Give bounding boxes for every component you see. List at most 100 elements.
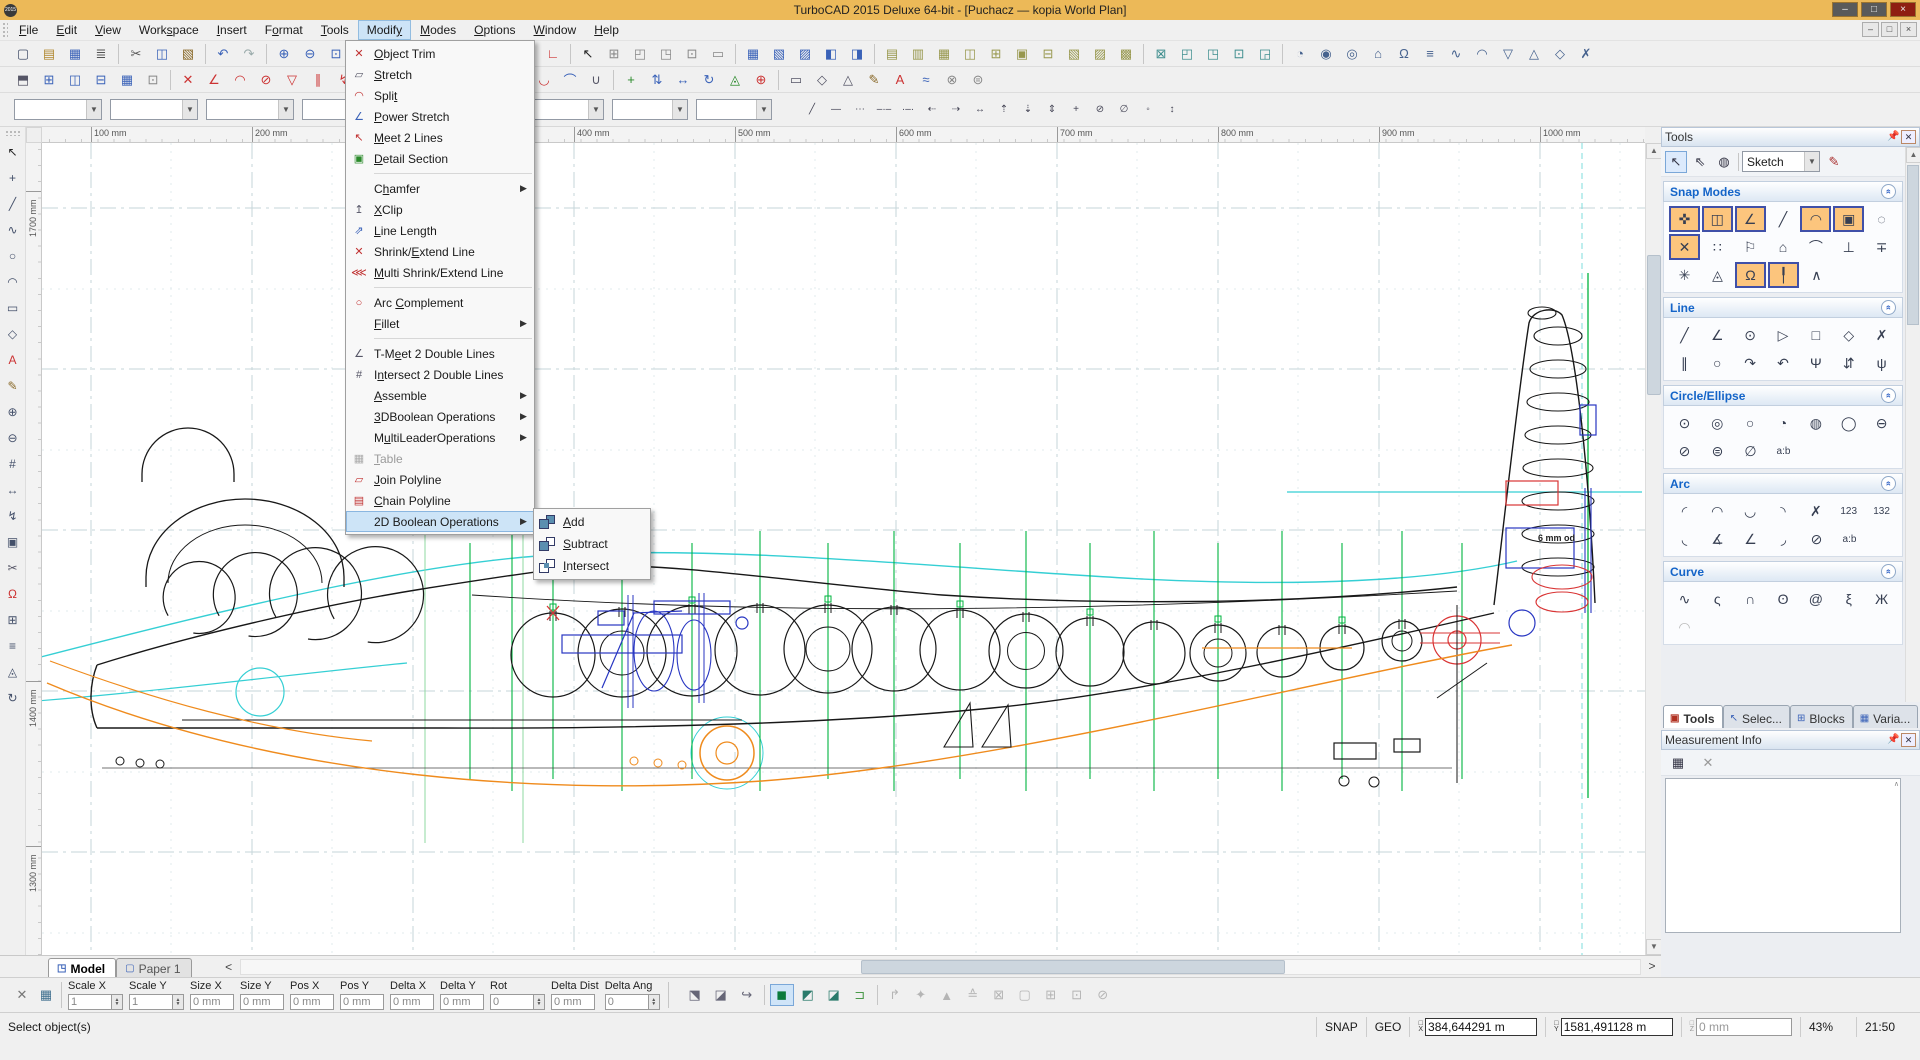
close-button[interactable]: × [1890,2,1916,17]
insert-table-icon[interactable]: ⊞ [984,43,1008,65]
line-center-icon[interactable]: ⊙ [1735,322,1766,348]
arc-coupled-icon[interactable]: ◞ [1768,526,1799,552]
line-style-dot-icon[interactable]: ⋯ [849,100,871,120]
crosshair-icon[interactable]: + [1065,100,1087,120]
hatch-grid-icon[interactable]: # [2,453,24,475]
move-h-icon[interactable]: ↔ [2,479,24,501]
select-volume-icon[interactable]: ◳ [654,43,678,65]
menu-help[interactable]: Help [585,20,628,40]
menu-item-table[interactable]: ▦Table [346,448,534,469]
section-header[interactable]: Circle/Ellipse« [1663,385,1903,406]
bend-handle-icon[interactable]: ↪ [735,984,759,1006]
spinner-control[interactable]: ▲▼ [173,994,184,1010]
point-style-icon[interactable]: ◦ [1137,100,1159,120]
arc-elliptical-icon[interactable]: ⊘ [1801,526,1832,552]
look-at-icon[interactable]: ◉ [1314,43,1338,65]
close-icon[interactable]: ✕ [1901,130,1916,144]
ghost-box3-icon[interactable]: ⊞ [1039,984,1063,1006]
arc-3point-icon[interactable]: ◝ [1768,498,1799,524]
union-edit-icon[interactable]: ∪ [584,69,608,91]
menu-item-multi-shrink-extend-line[interactable]: ⋘Multi Shrink/Extend Line [346,262,534,283]
field-input-size-y[interactable] [240,994,284,1010]
sketch-pen-icon[interactable]: ✎ [2,375,24,397]
scroll-up-arrow[interactable]: ∧ [1894,780,1899,788]
insert-xref-icon[interactable]: ⊟ [1036,43,1060,65]
ghost-rotate-icon[interactable]: ↱ [883,984,907,1006]
spline-control-icon[interactable]: ∿ [1669,586,1700,612]
canvas-horizontal-scrollbar[interactable] [240,959,1641,975]
snap-quadrant-icon[interactable]: ▣ [1833,206,1864,232]
arc-double-point-icon[interactable]: ◡ [1735,498,1766,524]
z-coordinate-input[interactable] [1696,1018,1792,1036]
circle-2point-icon[interactable]: ○ [1735,410,1766,436]
polygon-icon[interactable]: ◇ [2,323,24,345]
line-multiline-icon[interactable]: ψ [1866,350,1897,376]
text-tool-icon[interactable]: A [888,69,912,91]
drag-grip[interactable] [2,22,8,38]
canvas-vertical-scrollbar[interactable]: ▲ ▼ [1645,143,1661,955]
rectangle-icon[interactable]: ▭ [2,297,24,319]
submenu-item-intersect[interactable]: Intersect [534,555,650,577]
x-coordinate-input[interactable] [1425,1018,1537,1036]
insert-group-icon[interactable]: ▥ [906,43,930,65]
array-path-icon[interactable]: ◳ [1201,43,1225,65]
menu-options[interactable]: Options [465,20,524,40]
palette-scroll-thumb[interactable] [1907,165,1919,325]
dimension-plus-icon[interactable]: ⊕ [2,401,24,423]
arc-center-radius-icon[interactable]: ◜ [1669,498,1700,524]
select-arrow-icon[interactable]: ↖ [2,141,24,163]
tab-scroll-left-button[interactable]: < [220,958,238,976]
curve-icon[interactable]: ∿ [2,219,24,241]
scroll-down-arrow[interactable]: ▼ [1646,939,1662,955]
menu-item-xclip[interactable]: ↥XClip [346,199,534,220]
spinner-control[interactable]: ▲▼ [649,994,660,1010]
field-input-delta-y[interactable] [440,994,484,1010]
palette-tab-blocks[interactable]: ⊞Blocks [1790,705,1853,728]
brush-icon[interactable]: ✎ [1823,151,1845,173]
mirror-icon[interactable]: ⊡ [1227,43,1251,65]
pin-icon[interactable]: 📌 [1886,733,1901,748]
arrow-both-icon[interactable]: ↔ [969,100,991,120]
diamond-view-icon[interactable]: ◇ [1548,43,1572,65]
view-top-icon[interactable]: ◧ [819,43,843,65]
section-header[interactable]: Snap Modes« [1663,181,1903,202]
scroll-up-arrow[interactable]: ▲ [1646,143,1662,159]
empty-set-icon[interactable]: ∅ [1113,100,1135,120]
menu-item-intersect-2-double-lines[interactable]: #Intersect 2 Double Lines [346,364,534,385]
insert-region-icon[interactable]: ▩ [1114,43,1138,65]
menu-insert[interactable]: Insert [208,20,256,40]
ghost-no-icon[interactable]: ⊘ [1091,984,1115,1006]
ellipse-fixed-ratio-icon[interactable]: a:b [1768,438,1799,464]
snap-3d-icon[interactable]: ◬ [1702,262,1733,288]
menu-tools[interactable]: Tools [312,20,358,40]
curve-view-icon[interactable]: ∿ [1444,43,1468,65]
circle-3point-icon[interactable]: ◔ [1768,410,1799,436]
arc-fixed-ratio-icon[interactable]: a:b [1834,526,1865,552]
ghost-box2-icon[interactable]: ▢ [1013,984,1037,1006]
ellipse-diagonal-icon[interactable]: ⊘ [1669,438,1700,464]
palette-tab-selec[interactable]: ↖Selec... [1723,705,1790,728]
paste-row-icon[interactable]: ⊟ [89,69,113,91]
spiral-icon[interactable]: ʘ [1768,586,1799,612]
field-input-delta-ang[interactable] [605,994,649,1010]
line-style-solid-icon[interactable]: ╱ [801,100,823,120]
rect-tool-icon[interactable]: ▭ [784,69,808,91]
view-front-icon[interactable]: ▧ [767,43,791,65]
arc-tangent-icon[interactable]: ✗ [1800,498,1831,524]
calculator-icon[interactable]: ▦ [34,983,58,1007]
menu-item-detail-section[interactable]: ▣Detail Section [346,148,534,169]
trim-scissors-icon[interactable]: ✂ [2,557,24,579]
style-combo-2[interactable]: ▼ [612,99,688,120]
arc-start-end-icon[interactable]: ◟ [1669,526,1700,552]
line-parallel-icon[interactable]: ∥ [1669,350,1700,376]
collapse-chevron-icon[interactable]: « [1881,476,1896,491]
sheet-tab-paper-1[interactable]: ▢Paper 1 [116,958,191,977]
pin-icon[interactable]: 📌 [1886,130,1901,145]
line-single-icon[interactable]: ╱ [1669,322,1700,348]
hatch-icon[interactable]: ⬒ [11,69,35,91]
submenu-item-subtract[interactable]: Subtract [534,533,650,555]
menu-item-chain-polyline[interactable]: ▤Chain Polyline [346,490,534,511]
arrow-down-icon[interactable]: ⇣ [1017,100,1039,120]
circle-center-icon[interactable]: ⊙ [1669,410,1700,436]
menu-view[interactable]: View [86,20,130,40]
